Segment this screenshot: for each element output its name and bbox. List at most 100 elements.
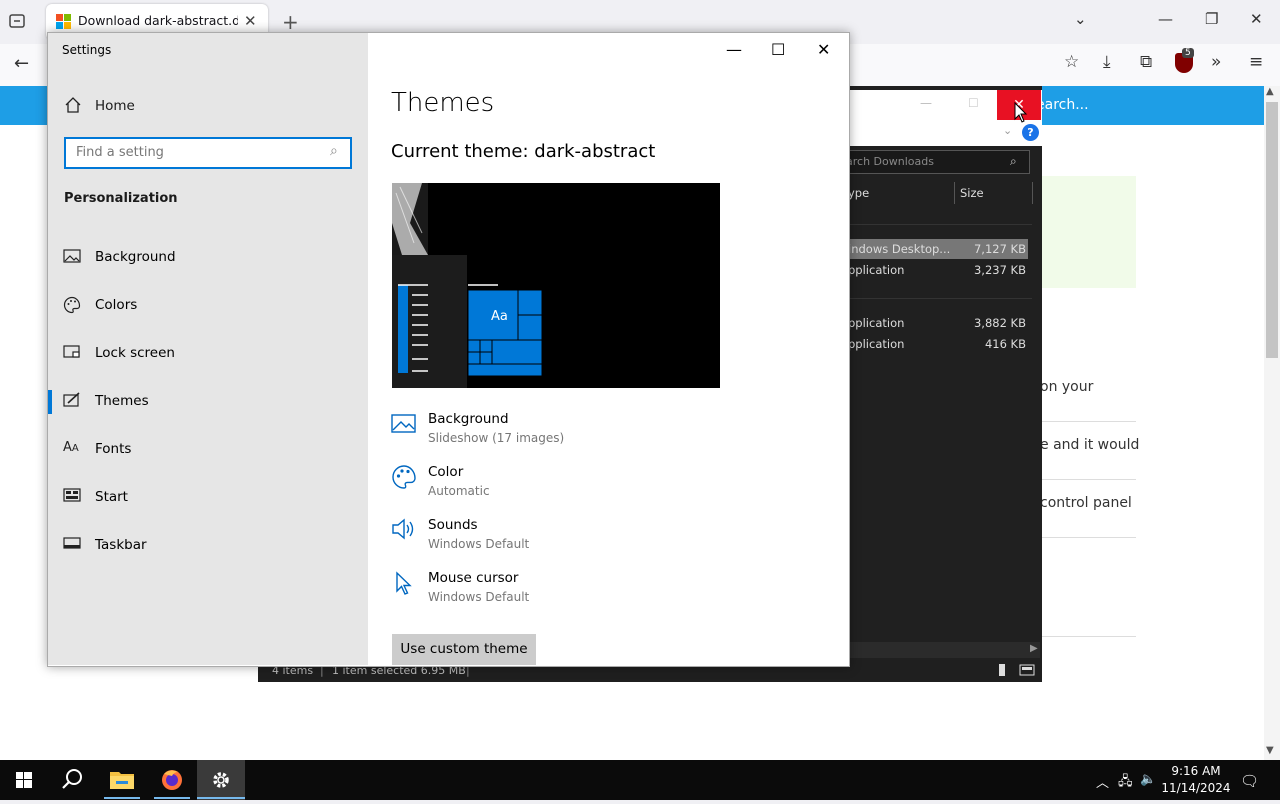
option-background-value: Slideshow (17 images) — [428, 431, 565, 445]
settings-gear-icon[interactable] — [197, 760, 245, 800]
page-text-line: on your — [1040, 379, 1094, 395]
preview-tile-text: Aa — [491, 309, 508, 324]
page-title: Themes — [391, 88, 495, 118]
sidebar-item-label: Background — [95, 249, 176, 265]
back-arrow-icon[interactable]: ← — [14, 53, 29, 74]
speaker-icon — [391, 517, 417, 543]
tab-overflow-chevron-icon[interactable]: ⌄ — [1074, 10, 1087, 28]
sidebar-item-label: Fonts — [95, 441, 132, 457]
sidebar-item-background[interactable]: Background — [48, 240, 368, 276]
page-search-text[interactable]: earch... — [1036, 97, 1089, 113]
file-row[interactable]: pplication 3,882 KB — [848, 313, 1028, 333]
option-mouse-cursor[interactable]: Mouse cursor — [428, 570, 518, 586]
image-icon — [63, 248, 81, 266]
column-header-size[interactable]: Size — [960, 186, 984, 200]
sidebar-item-fonts[interactable]: AA Fonts — [48, 432, 368, 468]
option-sounds[interactable]: Sounds — [428, 517, 478, 533]
search-icon[interactable] — [48, 760, 96, 800]
page-text-line: control panel — [1040, 495, 1132, 511]
file-explorer-icon[interactable] — [98, 760, 146, 800]
sidebar-item-taskbar[interactable]: Taskbar — [48, 528, 368, 564]
large-icons-view-icon[interactable] — [1019, 663, 1035, 677]
palette-icon — [63, 296, 81, 314]
group-divider — [848, 224, 1032, 225]
file-type: indows Desktop... — [848, 242, 951, 256]
themes-icon — [63, 392, 81, 410]
new-tab-button[interactable]: + — [282, 10, 299, 34]
sidebar-item-label: Themes — [95, 393, 149, 409]
image-icon — [391, 411, 417, 437]
file-size: 7,127 KB — [973, 242, 1026, 256]
browser-minimize-icon[interactable]: — — [1158, 10, 1173, 28]
downloads-icon[interactable]: ⤓ — [1103, 52, 1111, 72]
scroll-up-icon[interactable]: ▲ — [1266, 86, 1274, 97]
file-row[interactable]: pplication 416 KB — [848, 334, 1028, 354]
start-icon — [63, 488, 81, 506]
sidebar-item-themes[interactable]: Themes — [48, 384, 368, 420]
ublock-badge: 5 — [1182, 48, 1194, 58]
column-header-type[interactable]: ype — [848, 186, 869, 200]
explorer-minimize-icon[interactable]: — — [920, 96, 932, 110]
file-row[interactable]: pplication 3,237 KB — [848, 260, 1028, 280]
taskbar-icon — [63, 536, 81, 554]
settings-close-icon[interactable]: ✕ — [817, 40, 830, 59]
tab-list-icon[interactable] — [8, 12, 30, 32]
page-text-line: e and it would — [1040, 437, 1140, 453]
option-sounds-value: Windows Default — [428, 537, 530, 551]
volume-muted-icon[interactable]: 🔈 — [1140, 772, 1156, 787]
network-icon[interactable]: 🖧 — [1118, 772, 1133, 794]
extensions-icon[interactable]: ⧉ — [1140, 52, 1152, 72]
search-icon[interactable]: ⌕ — [330, 143, 338, 159]
home-icon[interactable] — [64, 96, 82, 114]
running-indicator — [154, 797, 190, 799]
file-type: pplication — [848, 263, 905, 277]
browser-close-icon[interactable]: ✕ — [1250, 10, 1263, 28]
file-type: pplication — [848, 316, 905, 330]
divider — [1040, 537, 1136, 538]
option-color[interactable]: Color — [428, 464, 463, 480]
taskbar-clock[interactable]: 9:16 AM 11/14/2024 — [1160, 763, 1232, 797]
more-tools-chevron-icon[interactable]: » — [1211, 52, 1221, 72]
page-scroll-thumb[interactable] — [1266, 102, 1278, 358]
scroll-right-icon[interactable]: ▶ — [1030, 643, 1038, 654]
help-icon[interactable]: ? — [1022, 124, 1039, 141]
details-view-icon[interactable] — [994, 663, 1010, 677]
option-mouse-cursor-value: Windows Default — [428, 590, 530, 604]
scroll-down-icon[interactable]: ▼ — [1266, 745, 1274, 756]
sidebar-item-start[interactable]: Start — [48, 480, 368, 516]
tray-chevron-up-icon[interactable]: ︿ — [1096, 772, 1109, 791]
find-setting-placeholder: Find a setting — [76, 145, 164, 160]
divider — [1040, 636, 1136, 637]
sidebar-item-colors[interactable]: Colors — [48, 288, 368, 324]
firefox-icon[interactable] — [148, 760, 196, 800]
explorer-search-placeholder: arch Downloads — [846, 155, 934, 168]
notification-icon[interactable]: 🗨 — [1240, 772, 1259, 790]
file-size: 416 KB — [984, 337, 1026, 351]
use-custom-theme-button[interactable]: Use custom theme — [392, 634, 536, 665]
column-separator[interactable] — [954, 182, 955, 204]
explorer-maximize-icon[interactable]: ☐ — [968, 96, 979, 110]
sidebar-item-lock-screen[interactable]: Lock screen — [48, 336, 368, 372]
settings-minimize-icon[interactable]: — — [726, 40, 742, 59]
group-divider — [848, 298, 1032, 299]
browser-restore-icon[interactable]: ❐ — [1205, 10, 1218, 28]
settings-maximize-icon[interactable]: ☐ — [771, 40, 785, 59]
search-icon[interactable]: ⌕ — [1010, 154, 1017, 169]
file-size: 3,882 KB — [973, 316, 1026, 330]
column-separator[interactable] — [1032, 182, 1033, 204]
ribbon-expand-chevron-icon[interactable]: ⌄ — [1003, 124, 1012, 137]
menu-hamburger-icon[interactable]: ≡ — [1249, 52, 1263, 72]
cursor-icon — [391, 570, 417, 596]
nav-home[interactable]: Home — [95, 98, 135, 114]
option-color-value: Automatic — [428, 484, 490, 498]
sidebar-item-label: Lock screen — [95, 345, 175, 361]
tab-close-icon[interactable]: ✕ — [244, 12, 257, 30]
file-type: pplication — [848, 337, 905, 351]
divider — [1040, 479, 1136, 480]
clock-date: 11/14/2024 — [1161, 781, 1231, 795]
start-button[interactable] — [0, 760, 48, 800]
bookmark-star-icon[interactable]: ☆ — [1064, 52, 1079, 72]
explorer-horizontal-scrollbar[interactable] — [848, 642, 1040, 658]
file-row[interactable]: indows Desktop... 7,127 KB — [848, 239, 1028, 259]
option-background[interactable]: Background — [428, 411, 509, 427]
